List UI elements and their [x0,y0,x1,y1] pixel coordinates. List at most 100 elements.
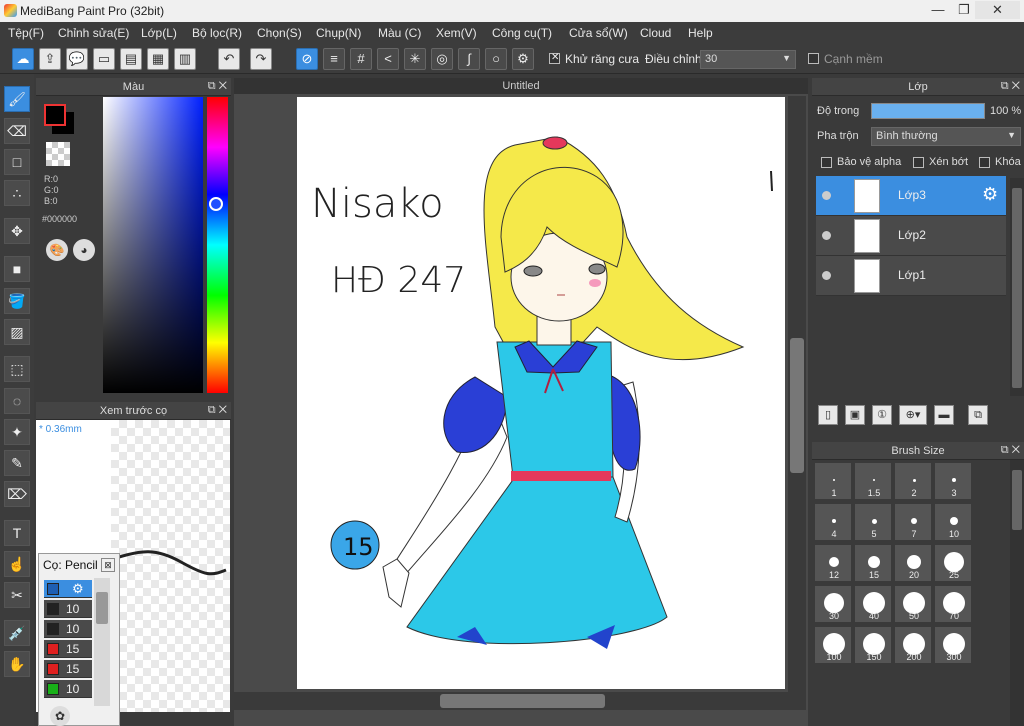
brush-size-option[interactable]: 7 [894,503,932,541]
panel-float-icon[interactable]: ⧉ ✕ [1001,80,1020,93]
curve-snap-icon[interactable]: ∫ [458,48,480,70]
brush-size-option[interactable]: 50 [894,585,932,623]
brush-size-option[interactable]: 300 [934,626,972,664]
brush-item[interactable]: ⚙ [44,580,92,598]
brush-size-option[interactable]: 5 [854,503,892,541]
perspective-snap-icon[interactable]: < [377,48,399,70]
transparent-color-swatch[interactable] [46,142,70,166]
brush-tool-icon[interactable]: 🖌 [4,86,30,112]
menu-capture[interactable]: Chụp(N) [316,26,361,40]
panel-layout-icon[interactable]: ▦ [147,48,169,70]
brush-size-option[interactable]: 20 [894,544,932,582]
brush-size-option[interactable]: 200 [894,626,932,664]
menu-window[interactable]: Cửa sổ(W) [569,26,628,40]
menu-select[interactable]: Chọn(S) [257,26,302,40]
new-halftone-layer-icon[interactable]: ▣ [845,405,865,425]
brush-item[interactable]: 15 [44,640,92,658]
visibility-icon[interactable] [822,191,831,200]
menu-color[interactable]: Màu (C) [378,26,421,40]
speech-icon[interactable]: ▭ [93,48,115,70]
panel-float-icon[interactable]: ⧉ ✕ [1001,444,1020,457]
cloud-icon[interactable]: ☁ [12,48,34,70]
maximize-button[interactable]: ❐ [950,1,978,19]
brush-size-option[interactable]: 2 [894,462,932,500]
antialias-checkbox[interactable] [549,52,560,64]
color-wheel-icon[interactable]: ◕ [73,239,95,261]
brush-size-option[interactable]: 1.5 [854,462,892,500]
hand-tool-icon[interactable]: ✋ [4,651,30,677]
edit-grid-icon[interactable]: ▥ [174,48,196,70]
panel-float-icon[interactable]: ⧉ ✕ [208,80,227,93]
eyedropper-tool-icon[interactable]: 💉 [4,620,30,646]
eraser-tool-icon[interactable]: ⌫ [4,118,30,144]
hue-slider[interactable] [207,97,228,393]
new-1bit-layer-icon[interactable]: ① [872,405,892,425]
brush-size-option[interactable]: 100 [814,626,852,664]
dot-tool-icon[interactable]: ∴ [4,180,30,206]
menu-filter[interactable]: Bộ lọc(R) [192,26,242,40]
panel-float-icon[interactable]: ⧉ ✕ [208,404,227,417]
brush-size-option[interactable]: 4 [814,503,852,541]
brush-list-scroll-thumb[interactable] [96,592,108,624]
brush-size-option[interactable]: 30 [814,585,852,623]
canvas-horizontal-scroll-thumb[interactable] [440,694,605,708]
clip-checkbox[interactable] [913,157,924,168]
palette-icon[interactable]: 🎨 [46,239,68,261]
gear-icon[interactable]: ⚙ [982,184,998,205]
close-button[interactable]: ✕ [975,1,1020,19]
brush-item[interactable]: 10 [44,600,92,618]
menu-view[interactable]: Xem(V) [436,26,477,40]
rect-tool-icon[interactable]: □ [4,149,30,175]
brush-item[interactable]: 15 [44,660,92,678]
brush-item[interactable]: 10 [44,680,92,698]
menu-layer[interactable]: Lớp(L) [141,26,177,40]
brush-size-option[interactable]: 40 [854,585,892,623]
layer-row-1[interactable]: Lớp1 [816,256,1006,296]
menu-cloud[interactable]: Cloud [640,26,671,40]
lasso-tool-icon[interactable]: ◌ [4,388,30,414]
visibility-icon[interactable] [822,271,831,280]
brush-size-option[interactable]: 12 [814,544,852,582]
foreground-color-swatch[interactable] [44,104,66,126]
layer-row-3[interactable]: Lớp3 ⚙ [816,176,1006,216]
duplicate-layer-icon[interactable]: ⧉ [968,405,988,425]
magic-wand-tool-icon[interactable]: ✦ [4,419,30,445]
select-pen-tool-icon[interactable]: ✎ [4,450,30,476]
divide-tool-icon[interactable]: ✂ [4,582,30,608]
opacity-slider[interactable] [871,103,985,119]
layer-list-scroll-thumb[interactable] [1012,188,1022,388]
bucket-tool-icon[interactable]: 🪣 [4,288,30,314]
brush-size-option[interactable]: 150 [854,626,892,664]
canvas-vertical-scroll-thumb[interactable] [790,338,804,473]
brush-size-option[interactable]: 25 [934,544,972,582]
brush-size-option[interactable]: 3 [934,462,972,500]
smooth-edge-checkbox[interactable] [808,53,819,64]
select-tool-icon[interactable]: ⬚ [4,356,30,382]
brush-item[interactable]: 10 [44,620,92,638]
page-icon[interactable]: ▤ [120,48,142,70]
drawing-canvas[interactable]: Nisako HĐ 247 15 [297,97,785,689]
grid-snap-icon[interactable]: # [350,48,372,70]
hue-slider-handle[interactable] [209,197,223,211]
brush-size-scroll-thumb[interactable] [1012,470,1022,530]
text-tool-icon[interactable]: T [4,520,30,546]
brush-size-option[interactable]: 70 [934,585,972,623]
select-eraser-tool-icon[interactable]: ⌦ [4,481,30,507]
layer-row-2[interactable]: Lớp2 [816,216,1006,256]
brush-size-option[interactable]: 15 [854,544,892,582]
new-layer-icon[interactable]: ▯ [818,405,838,425]
add-layer-menu-icon[interactable]: ⊕▾ [899,405,927,425]
circle-snap-icon[interactable]: ◎ [431,48,453,70]
menu-help[interactable]: Help [688,26,713,40]
brush-size-option[interactable]: 10 [934,503,972,541]
blend-mode-select[interactable]: Bình thường ▼ [871,127,1021,146]
brush-size-option[interactable]: 1 [814,462,852,500]
redo-icon[interactable]: ↷ [250,48,272,70]
parallel-snap-icon[interactable]: ≡ [323,48,345,70]
close-icon[interactable]: ⊠ [101,558,115,572]
share-icon[interactable]: ⇪ [39,48,61,70]
minimize-button[interactable]: — [924,1,952,19]
canvas-tab[interactable]: Untitled [234,78,808,94]
saturation-value-picker[interactable] [103,97,203,393]
undo-icon[interactable]: ↶ [218,48,240,70]
